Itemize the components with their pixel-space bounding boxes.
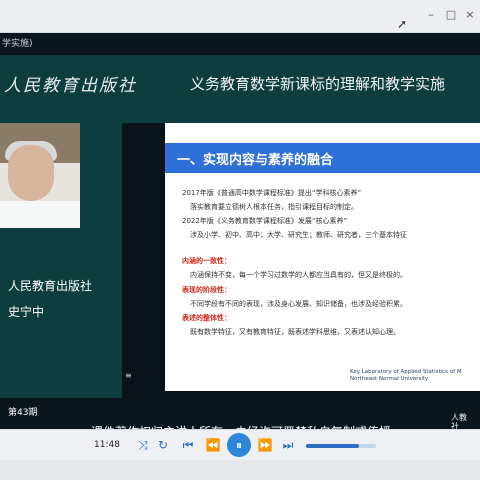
slide-line-2: 落实教育要立德树人根本任务，指引课程目标的制定。 bbox=[190, 203, 358, 211]
close-button[interactable]: × bbox=[463, 8, 477, 22]
presentation-slide: 一、实现内容与素养的融合 2017年版《普通高中数学课程标准》提出“学科核心素养… bbox=[165, 123, 480, 391]
forward-button[interactable]: ⏩ bbox=[257, 437, 273, 453]
volume-slider-fill bbox=[306, 444, 359, 448]
minimize-button[interactable]: – bbox=[424, 8, 438, 22]
window-topbar: – □ × ➚ bbox=[0, 0, 480, 33]
slide-section-title: 一、实现内容与素养的融合 bbox=[177, 153, 334, 168]
presenter-shirt bbox=[0, 201, 80, 228]
slide-line-3: 2022年版《义务教育数学课程标准》发展“核心素养” bbox=[182, 217, 348, 225]
menu-marker-icon: ≡ bbox=[125, 371, 132, 380]
shuffle-button[interactable]: ⤨ bbox=[135, 437, 151, 453]
slide-line-4: 涉及小学、初中、高中；大学、研究生；教师、研究者，三个基本特征 bbox=[190, 231, 407, 239]
slide-footer-note: Key Laboratory of Applied Statistics of … bbox=[350, 369, 462, 382]
slide-line-1: 2017年版《普通高中数学课程标准》提出“学科核心素养” bbox=[182, 189, 362, 197]
course-banner: 人民教育出版社 义务教育数学新课标的理解和教学实施 bbox=[0, 55, 480, 123]
episode-label: 第43期 bbox=[8, 408, 38, 418]
pointer-cursor-icon: ➚ bbox=[397, 17, 408, 31]
slide-line-10: 既有数学特征，又有教育特征，既表述学科思维，又表述认知心理。 bbox=[190, 328, 400, 336]
slide-heading-stages: 表现的阶段性： bbox=[182, 286, 231, 294]
slide-heading-consistency: 内涵的一致性： bbox=[182, 257, 231, 265]
play-pause-button[interactable]: ⏸ bbox=[227, 433, 251, 457]
presenter-face bbox=[8, 145, 54, 201]
maximize-button[interactable]: □ bbox=[444, 8, 458, 22]
course-title: 义务教育数学新课标的理解和教学实施 bbox=[190, 75, 446, 93]
bottom-gutter bbox=[0, 460, 480, 480]
video-top-strip: 学实施) bbox=[0, 33, 480, 55]
speaker-name: 史宁中 bbox=[8, 305, 45, 319]
rewind-button[interactable]: ⏪ bbox=[205, 437, 221, 453]
slide-heading-integrity: 表述的整体性： bbox=[182, 314, 231, 322]
publisher-name: 人民教育出版社 bbox=[8, 279, 93, 293]
slide-section-header: 一、实现内容与素养的融合 bbox=[165, 143, 480, 173]
playback-time: 11:48 bbox=[94, 440, 120, 450]
volume-slider[interactable] bbox=[306, 444, 376, 448]
slide-area: ≡ 一、实现内容与素养的融合 2017年版《普通高中数学课程标准》提出“学科核心… bbox=[122, 123, 480, 398]
presenter-panel: 人民教育出版社 史宁中 bbox=[0, 123, 122, 398]
presenter-camera bbox=[0, 123, 80, 228]
player-controls: 11:48 ⤨ ↻ ⏮ ⏪ ⏸ ⏩ ⏭ 🔊 bbox=[0, 429, 480, 461]
loop-button[interactable]: ↻ bbox=[155, 437, 171, 453]
slide-line-6: 内涵保持不变，每一个学习过数学的人都应当具有的，但又是终极的。 bbox=[190, 271, 407, 279]
publisher-logo-text: 人民教育出版社 bbox=[4, 76, 137, 96]
previous-button[interactable]: ⏮ bbox=[180, 437, 196, 453]
video-viewport[interactable]: 学实施) 人民教育出版社 义务教育数学新课标的理解和教学实施 人民教育出版社 史… bbox=[0, 33, 480, 458]
slide-line-8: 不同学段有不同的表现，涉及身心发展、知识储备，也涉及经验积累。 bbox=[190, 300, 407, 308]
next-button[interactable]: ⏭ bbox=[280, 437, 296, 453]
